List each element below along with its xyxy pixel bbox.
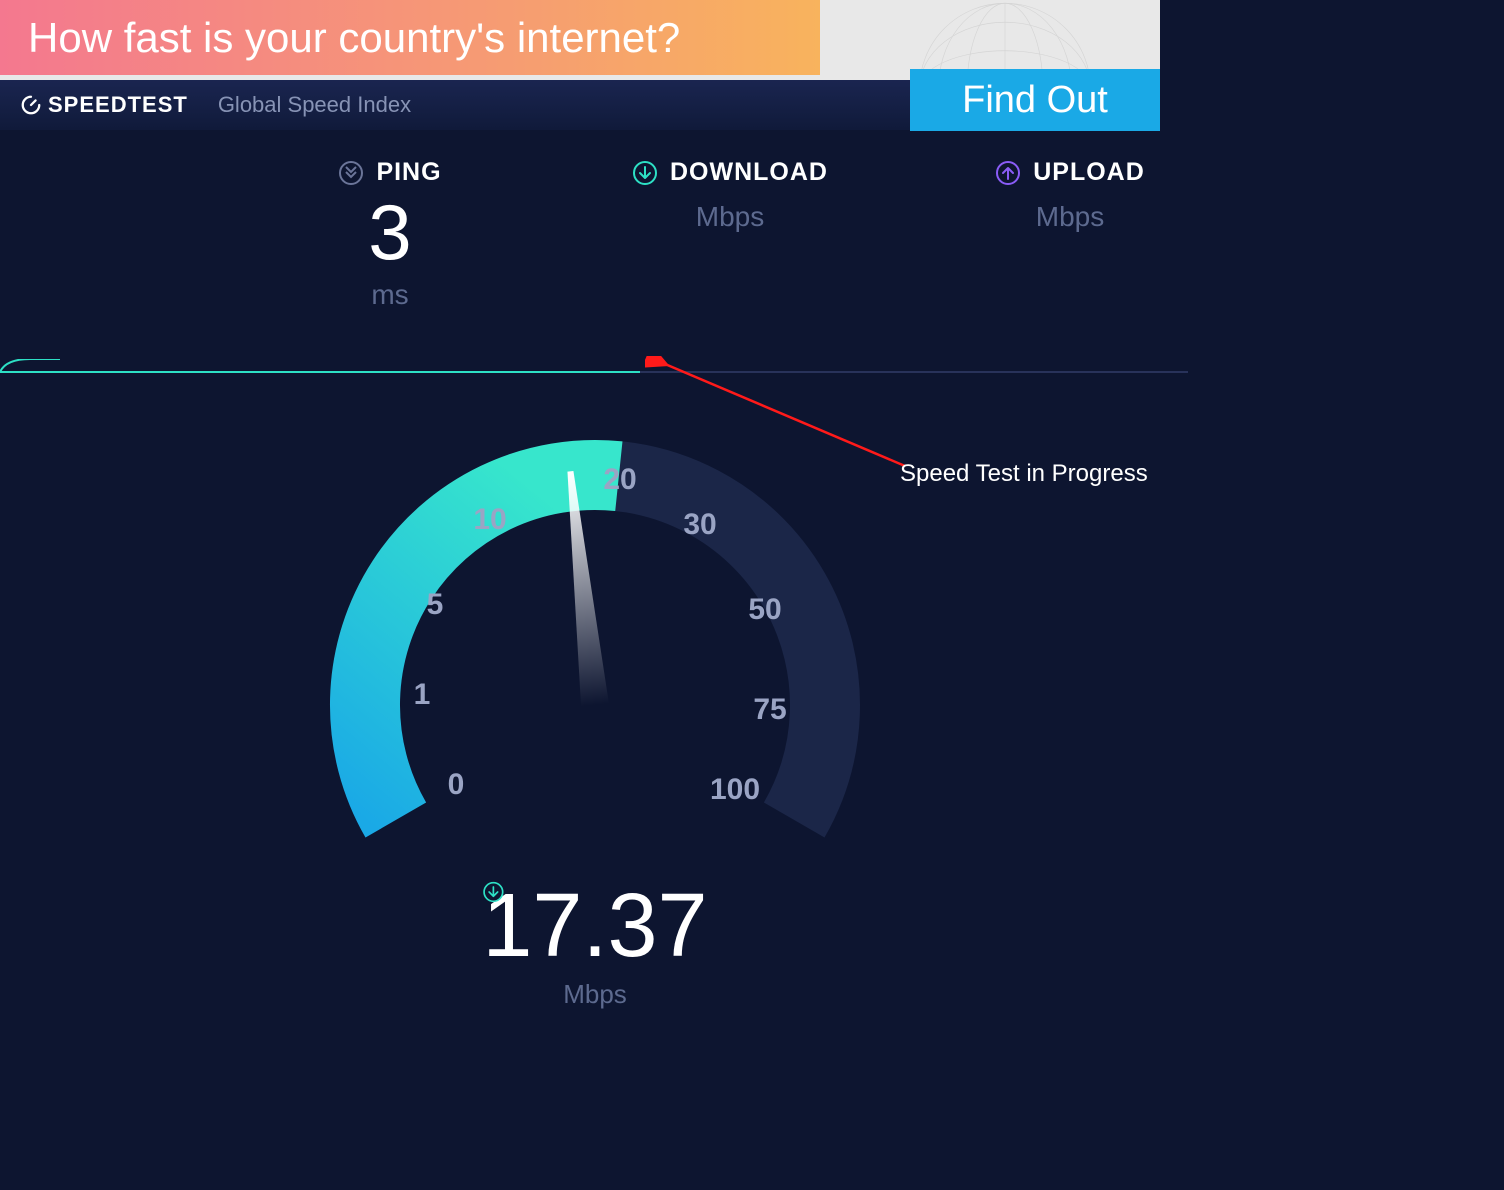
ping-icon: [338, 160, 364, 186]
gauge-tick-20: 20: [603, 463, 636, 497]
download-metric: DOWNLOAD Mbps: [620, 158, 840, 311]
gauge-tick-30: 30: [683, 508, 716, 542]
ping-unit: ms: [371, 279, 408, 311]
progress-line: [0, 359, 1188, 377]
promo-banner: How fast is your country's internet? SPE…: [0, 0, 1160, 130]
brand: SPEEDTEST: [20, 92, 188, 118]
gauge-tick-5: 5: [427, 588, 444, 622]
progress-fill: [0, 371, 640, 373]
gauge-tick-1: 1: [414, 678, 431, 712]
progress-curve: [0, 359, 60, 373]
download-icon: [632, 160, 658, 186]
ping-value: 3: [368, 193, 411, 271]
find-out-label: Find Out: [962, 79, 1108, 122]
brand-text: SPEEDTEST: [48, 92, 188, 118]
upload-label: UPLOAD: [1033, 158, 1145, 187]
upload-metric: UPLOAD Mbps: [960, 158, 1180, 311]
annotation-label: Speed Test in Progress: [900, 460, 1148, 488]
metrics-row: PING 3 ms DOWNLOAD Mbps UPLOAD: [0, 158, 1504, 311]
ping-label: PING: [376, 158, 441, 187]
download-icon: [482, 881, 504, 903]
banner-headline: How fast is your country's internet?: [28, 14, 680, 62]
banner-headline-bar: How fast is your country's internet?: [0, 0, 820, 75]
gauge-value: 17.37: [482, 881, 707, 971]
gauge-tick-10: 10: [473, 503, 506, 537]
upload-unit: Mbps: [1036, 201, 1104, 233]
gauge-readout: 17.37 Mbps: [482, 881, 707, 1010]
upload-icon: [995, 160, 1021, 186]
gauge-tick-0: 0: [448, 768, 465, 802]
find-out-button[interactable]: Find Out: [910, 69, 1160, 131]
banner-subtitle: Global Speed Index: [218, 92, 411, 118]
gauge-tick-100: 100: [710, 773, 760, 807]
gauge-unit: Mbps: [563, 979, 627, 1010]
ping-metric: PING 3 ms: [280, 158, 500, 311]
speed-gauge: 0 1 5 10 20 30 50 75 100 17.37 Mbps: [300, 410, 890, 1000]
gauge-tick-50: 50: [748, 593, 781, 627]
gauge-tick-75: 75: [753, 693, 786, 727]
speedometer-icon: [20, 94, 42, 116]
download-unit: Mbps: [696, 201, 764, 233]
download-label: DOWNLOAD: [670, 158, 828, 187]
